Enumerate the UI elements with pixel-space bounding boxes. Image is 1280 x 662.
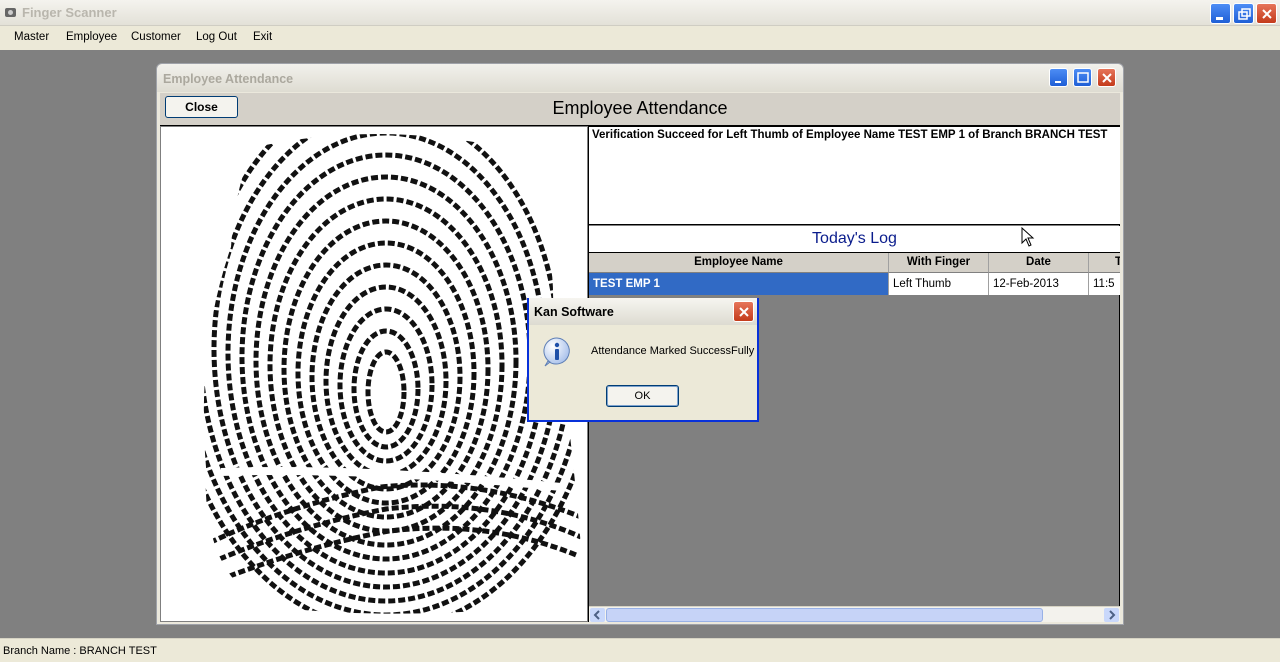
form-title: Employee Attendance [552, 98, 728, 118]
status-bar: Branch Name : BRANCH TEST [0, 638, 1280, 662]
close-icon [1102, 73, 1112, 83]
child-window-title: Employee Attendance [163, 72, 294, 86]
info-icon [543, 337, 570, 367]
app-titlebar: Finger Scanner [0, 0, 1280, 26]
arrow-right-icon [1109, 610, 1116, 620]
menu-log-out[interactable]: Log Out [196, 31, 237, 43]
message-dialog: Kan Software Attendance Marked SuccessFu… [527, 298, 759, 422]
menu-master[interactable]: Master [14, 31, 49, 43]
horizontal-scrollbar[interactable] [589, 606, 1120, 622]
todays-log-title: Today's Log [589, 226, 1120, 253]
cell-time[interactable]: 11:5 [1089, 273, 1120, 295]
ok-button[interactable]: OK [606, 385, 679, 407]
maximize-icon [1077, 72, 1089, 83]
close-icon [1262, 9, 1272, 19]
column-header-with-finger[interactable]: With Finger [889, 253, 989, 273]
child-maximize-button[interactable] [1073, 68, 1092, 87]
app-close-button[interactable] [1256, 3, 1277, 24]
minimize-button[interactable] [1210, 3, 1231, 24]
app-icon [5, 8, 16, 17]
cell-with-finger[interactable]: Left Thumb [889, 273, 989, 295]
column-header-date[interactable]: Date [989, 253, 1089, 273]
dialog-message: Attendance Marked SuccessFully [591, 345, 755, 357]
scroll-left-button[interactable] [590, 608, 605, 622]
fingerprint-image [160, 126, 588, 622]
branch-name-status: Branch Name : BRANCH TEST [3, 645, 157, 657]
column-header-time[interactable]: T [1089, 253, 1120, 273]
child-close-button[interactable] [1097, 68, 1116, 87]
cell-date[interactable]: 12-Feb-2013 [989, 273, 1089, 295]
column-header-employee-name[interactable]: Employee Name [589, 253, 889, 273]
child-titlebar: Employee Attendance [157, 64, 1123, 92]
dialog-titlebar: Kan Software [527, 298, 759, 325]
restore-icon [1238, 8, 1251, 20]
minimize-icon [1055, 81, 1061, 83]
close-button[interactable]: Close [165, 96, 238, 118]
cell-employee-name[interactable]: TEST EMP 1 [589, 273, 889, 295]
menu-exit[interactable]: Exit [253, 31, 272, 43]
close-icon [739, 307, 749, 317]
mouse-cursor-icon [1021, 227, 1035, 247]
menu-employee[interactable]: Employee [66, 31, 117, 43]
fingerprint-icon [203, 133, 582, 614]
menu-bar: Master Employee Customer Log Out Exit [0, 26, 1280, 50]
child-minimize-button[interactable] [1049, 68, 1068, 87]
app-title: Finger Scanner [22, 5, 117, 20]
restore-button[interactable] [1233, 3, 1254, 24]
scroll-thumb[interactable] [606, 608, 1043, 622]
verification-message: Verification Succeed for Left Thumb of E… [589, 127, 1120, 225]
dialog-close-button[interactable] [733, 301, 754, 322]
dialog-title: Kan Software [534, 305, 614, 319]
log-grid[interactable]: Employee Name With Finger Date T TEST EM… [589, 253, 1120, 297]
scroll-right-button[interactable] [1104, 608, 1119, 622]
minimize-icon [1216, 17, 1223, 20]
menu-customer[interactable]: Customer [131, 31, 181, 43]
header-strip: Employee Attendance Close [160, 93, 1120, 126]
arrow-left-icon [593, 610, 600, 620]
